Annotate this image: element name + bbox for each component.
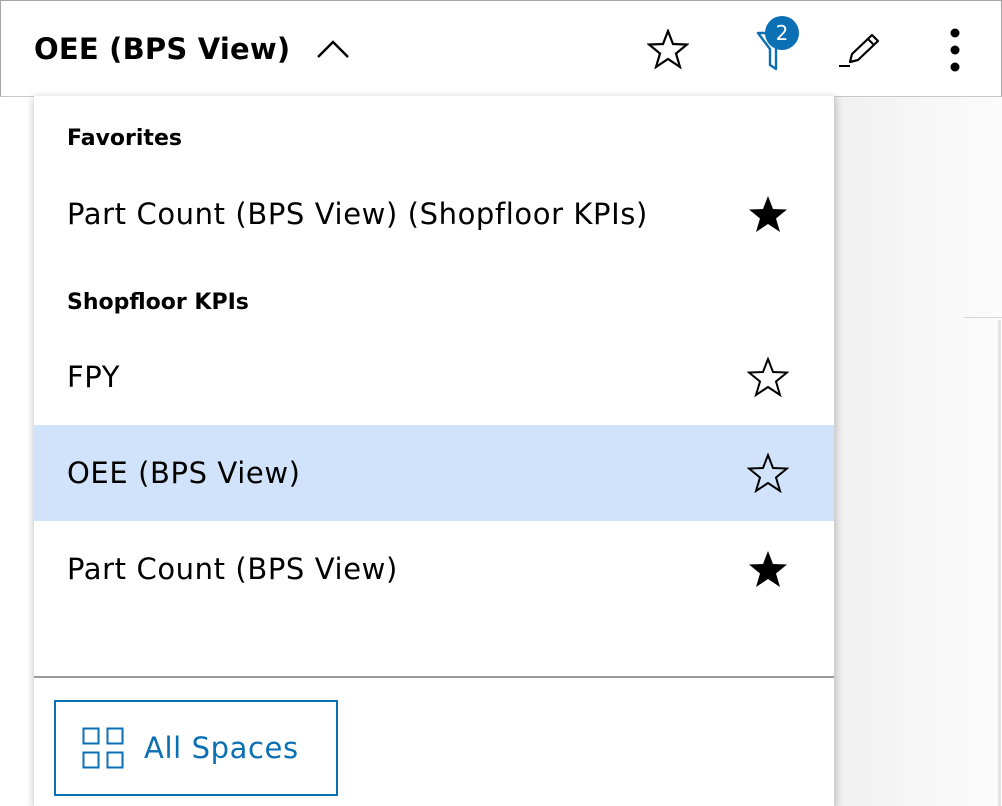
- star-outline-icon: [747, 453, 789, 493]
- favorite-item-part-count[interactable]: Part Count (BPS View) (Shopfloor KPIs): [34, 166, 834, 262]
- star-outline-icon: [747, 357, 789, 397]
- page-title: OEE (BPS View): [34, 32, 291, 66]
- star-filled-icon: [749, 196, 787, 232]
- unfavorite-button[interactable]: [746, 194, 790, 234]
- background-divider: [964, 317, 1002, 318]
- background-scroll-edge: [998, 320, 1001, 806]
- list-item-label: Part Count (BPS View) (Shopfloor KPIs): [67, 197, 648, 231]
- divider: [34, 676, 834, 678]
- list-item-oee-selected[interactable]: OEE (BPS View): [34, 425, 834, 521]
- app-header: OEE (BPS View) 2: [0, 0, 1002, 97]
- favorite-toggle-button[interactable]: [746, 357, 790, 397]
- background-page: [834, 96, 1002, 806]
- star-outline-icon: [647, 29, 689, 69]
- list-item-part-count[interactable]: Part Count (BPS View): [34, 521, 834, 617]
- pencil-icon: [839, 33, 880, 67]
- star-filled-icon: [749, 551, 787, 587]
- more-vertical-icon: [950, 28, 960, 72]
- favorite-button[interactable]: [645, 27, 691, 71]
- chevron-up-icon: [317, 40, 350, 58]
- filter-count-badge: 2: [765, 16, 799, 50]
- unfavorite-button[interactable]: [746, 549, 790, 589]
- edit-button[interactable]: [835, 29, 883, 73]
- list-item-fpy[interactable]: FPY: [34, 329, 834, 425]
- favorites-heading: Favorites: [67, 126, 182, 151]
- all-spaces-button[interactable]: All Spaces: [54, 700, 338, 796]
- spaces-dropdown: Favorites Part Count (BPS View) (Shopflo…: [34, 96, 835, 806]
- list-item-label: FPY: [67, 360, 121, 394]
- list-item-label: OEE (BPS View): [67, 456, 301, 490]
- more-options-button[interactable]: [935, 25, 975, 75]
- shopfloor-kpis-heading: Shopfloor KPIs: [67, 290, 249, 315]
- all-spaces-label: All Spaces: [144, 731, 299, 765]
- favorite-toggle-button[interactable]: [746, 453, 790, 493]
- list-item-label: Part Count (BPS View): [67, 552, 398, 586]
- grid-icon: [82, 727, 124, 769]
- space-selector-toggle[interactable]: OEE (BPS View): [34, 23, 350, 75]
